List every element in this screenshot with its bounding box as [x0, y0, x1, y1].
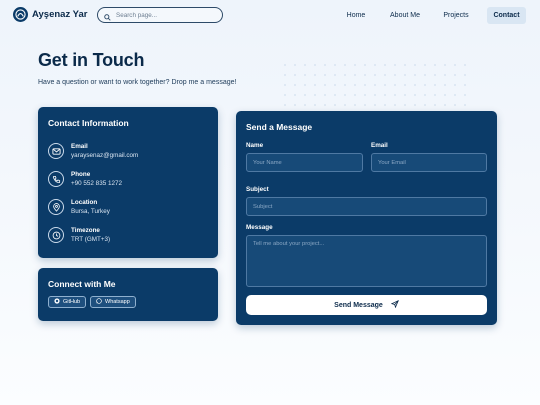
- contact-location-row: Location Bursa, Turkey: [48, 199, 110, 216]
- nav-projects[interactable]: Projects: [437, 7, 475, 24]
- form-title: Send a Message: [246, 122, 313, 132]
- location-pin-icon: [48, 199, 64, 215]
- search-input[interactable]: [116, 11, 211, 19]
- nav-contact[interactable]: Contact: [487, 7, 526, 24]
- connect-card: Connect with Me GitHub Whatsapp: [38, 268, 218, 321]
- name-field[interactable]: [246, 153, 363, 172]
- github-icon: [54, 298, 60, 306]
- phone-value[interactable]: +90 552 835 1272: [71, 179, 122, 188]
- site-logo[interactable]: Ayşenaz Yar: [13, 7, 87, 22]
- send-message-button[interactable]: Send Message: [246, 295, 487, 315]
- page-title: Get in Touch: [38, 50, 145, 70]
- contact-info-title: Contact Information: [48, 118, 129, 128]
- send-message-label: Send Message: [334, 301, 383, 309]
- timezone-label: Timezone: [71, 227, 100, 234]
- clock-icon: [48, 227, 64, 243]
- contact-phone-row: Phone +90 552 835 1272: [48, 171, 122, 188]
- connect-title: Connect with Me: [48, 279, 116, 289]
- site-header: Ayşenaz Yar Home About Me Projects Conta…: [0, 0, 540, 30]
- logo-text: Ayşenaz Yar: [32, 9, 88, 20]
- contact-timezone-row: Timezone TRT (GMT+3): [48, 227, 110, 244]
- whatsapp-link[interactable]: Whatsapp: [90, 296, 136, 308]
- message-form-card: Send a Message Name Email Subject Messag…: [236, 111, 497, 325]
- email-field[interactable]: [371, 153, 487, 172]
- phone-label: Phone: [71, 171, 91, 178]
- email-field-label: Email: [371, 142, 388, 149]
- subject-label: Subject: [246, 186, 269, 193]
- github-link[interactable]: GitHub: [48, 296, 87, 308]
- search-box[interactable]: [97, 7, 223, 23]
- page-subtitle: Have a question or want to work together…: [38, 79, 237, 86]
- github-label: GitHub: [63, 299, 81, 305]
- message-label: Message: [246, 224, 273, 231]
- contact-info-card: Contact Information Email yaraysenaz@gma…: [38, 107, 218, 258]
- email-label: Email: [71, 143, 88, 150]
- nav-home[interactable]: Home: [340, 7, 372, 24]
- whatsapp-label: Whatsapp: [105, 299, 130, 305]
- contact-email-row: Email yaraysenaz@gmail.com: [48, 143, 138, 160]
- nav-about-me[interactable]: About Me: [385, 7, 425, 24]
- phone-icon: [48, 171, 64, 187]
- search-icon: [104, 6, 111, 25]
- location-value: Bursa, Turkey: [71, 208, 110, 215]
- timezone-value: TRT (GMT+3): [71, 236, 111, 243]
- mail-icon: [48, 143, 64, 159]
- whatsapp-icon: [96, 298, 102, 306]
- logo-icon: [13, 7, 28, 22]
- name-label: Name: [246, 142, 264, 149]
- location-label: Location: [71, 199, 98, 206]
- send-icon: [390, 300, 399, 310]
- subject-field[interactable]: [246, 197, 487, 216]
- message-textarea[interactable]: [246, 235, 487, 287]
- email-value[interactable]: yaraysenaz@gmail.com: [71, 151, 138, 160]
